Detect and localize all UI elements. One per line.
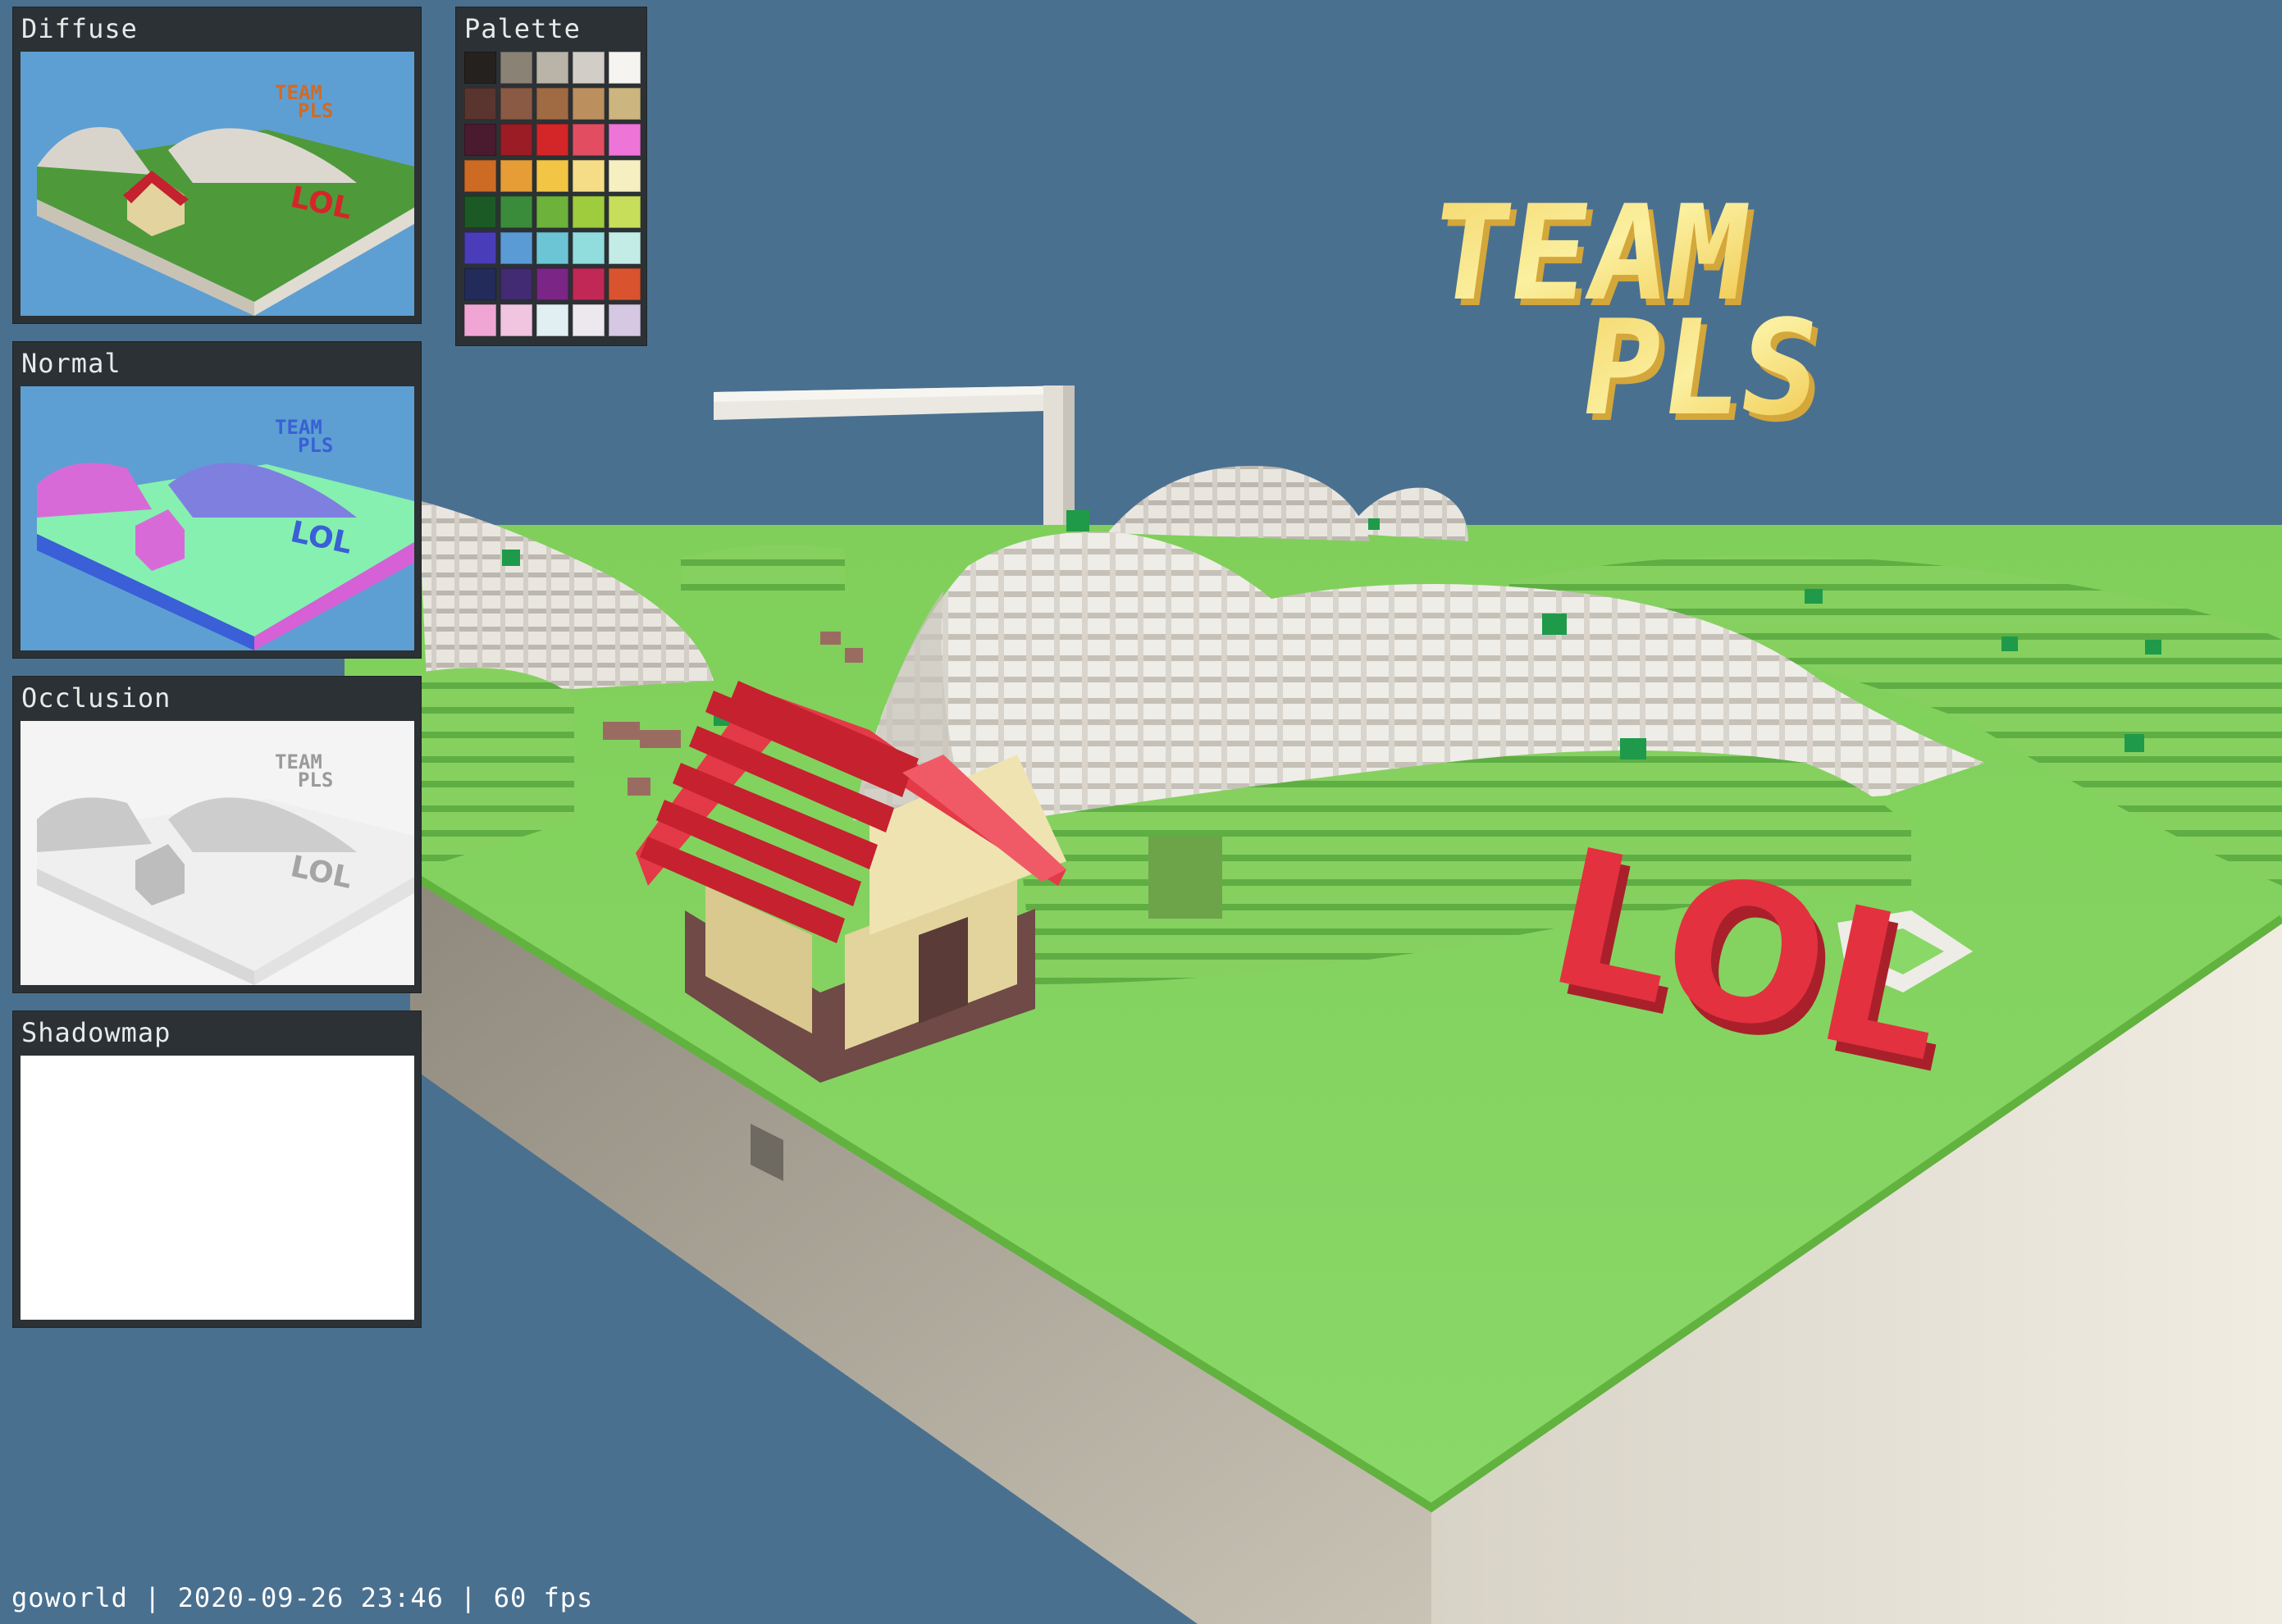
palette-swatch[interactable] (573, 124, 605, 156)
palette-swatch[interactable] (500, 160, 532, 192)
palette-swatch[interactable] (536, 304, 568, 336)
palette-swatch[interactable] (573, 196, 605, 228)
occlusion-panel: Occlusion TEAM PLS LOL (12, 676, 422, 993)
team-pls-text: TEAM TEAM PLS PLS (1421, 177, 1836, 451)
palette-swatch[interactable] (500, 232, 532, 264)
palette-swatch[interactable] (609, 268, 641, 300)
palette-swatch[interactable] (536, 268, 568, 300)
occlusion-preview: TEAM PLS LOL (21, 721, 414, 985)
palette-swatch[interactable] (573, 52, 605, 84)
svg-text:PLS: PLS (1572, 292, 1830, 445)
pipe-structure (714, 385, 1089, 531)
palette-swatch[interactable] (536, 196, 568, 228)
palette-swatch[interactable] (464, 160, 496, 192)
diffuse-panel: Diffuse TEAM PLS LOL (12, 7, 422, 324)
back-hill-center (1107, 465, 1370, 541)
palette-swatch[interactable] (573, 88, 605, 120)
palette-swatch[interactable] (464, 196, 496, 228)
palette-swatch[interactable] (464, 268, 496, 300)
hole (1148, 837, 1222, 919)
panel-title: Palette (464, 13, 581, 44)
svg-text:PLS: PLS (298, 99, 333, 122)
diffuse-preview: TEAM PLS LOL (21, 52, 414, 316)
palette-swatch[interactable] (536, 52, 568, 84)
svg-text:PLS: PLS (298, 434, 333, 457)
palette-swatch[interactable] (609, 52, 641, 84)
palette-swatch[interactable] (464, 124, 496, 156)
palette-swatch[interactable] (464, 88, 496, 120)
palette-swatch[interactable] (500, 196, 532, 228)
palette-swatch[interactable] (573, 304, 605, 336)
palette-swatch[interactable] (536, 124, 568, 156)
palette-swatch[interactable] (464, 304, 496, 336)
palette-swatch[interactable] (536, 88, 568, 120)
palette-swatch[interactable] (500, 304, 532, 336)
shadowmap-panel: Shadowmap (12, 1010, 422, 1328)
palette-swatch[interactable] (609, 196, 641, 228)
panel-title: Shadowmap (21, 1017, 171, 1048)
palette-swatch[interactable] (609, 124, 641, 156)
palette-swatch[interactable] (464, 52, 496, 84)
palette-swatch[interactable] (500, 268, 532, 300)
palette-swatch[interactable] (573, 160, 605, 192)
palette-grid (464, 52, 641, 336)
palette-swatch[interactable] (573, 268, 605, 300)
palette-swatch[interactable] (500, 88, 532, 120)
back-hill-small (1345, 487, 1468, 541)
palette-swatch[interactable] (500, 124, 532, 156)
palette-panel: Palette (455, 7, 647, 346)
panel-title: Occlusion (21, 682, 171, 714)
palette-swatch[interactable] (609, 160, 641, 192)
palette-swatch[interactable] (536, 232, 568, 264)
panel-title: Diffuse (21, 13, 138, 44)
palette-swatch[interactable] (500, 52, 532, 84)
panel-title: Normal (21, 348, 121, 379)
palette-swatch[interactable] (609, 304, 641, 336)
palette-swatch[interactable] (464, 232, 496, 264)
shadowmap-preview (21, 1056, 414, 1320)
status-bar: goworld | 2020-09-26 23:46 | 60 fps (11, 1582, 594, 1613)
svg-text:PLS: PLS (298, 769, 333, 791)
normal-preview: TEAM PLS LOL (21, 386, 414, 650)
normal-panel: Normal TEAM PLS LOL (12, 341, 422, 659)
palette-swatch[interactable] (536, 160, 568, 192)
palette-swatch[interactable] (609, 88, 641, 120)
palette-swatch[interactable] (573, 232, 605, 264)
palette-swatch[interactable] (609, 232, 641, 264)
